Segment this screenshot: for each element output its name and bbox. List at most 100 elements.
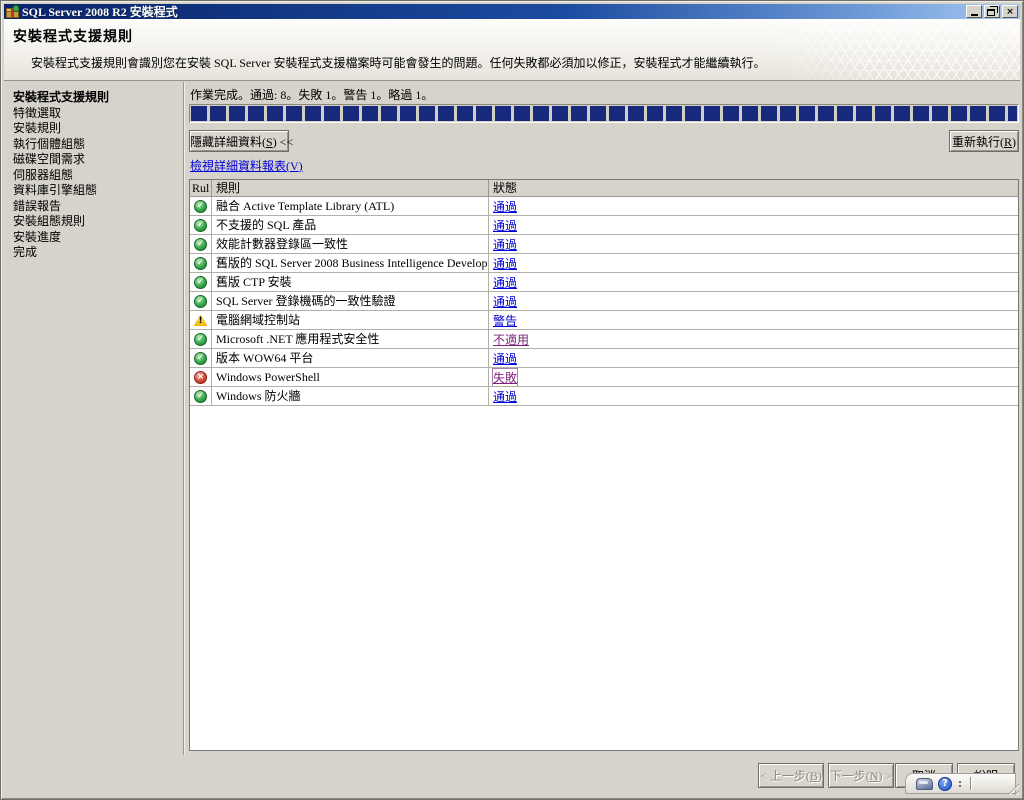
table-row: ✓ 不支援的 SQL 產品 通過 [190,216,1018,235]
column-header-status[interactable]: 狀態 [489,180,1018,196]
rule-name: 舊版的 SQL Server 2008 Business Intelligenc… [212,254,489,272]
sidebar-item: 伺服器組態 [13,167,74,182]
rule-name: 版本 WOW64 平台 [212,349,489,367]
minimize-icon [970,14,978,16]
pass-icon: ✓ [194,294,207,308]
status-link[interactable]: 通過 [493,236,517,253]
minimize-button[interactable] [966,5,982,18]
window-title: SQL Server 2008 R2 安裝程式 [22,4,178,19]
rule-name: SQL Server 登錄機碼的一致性驗證 [212,292,489,310]
rule-name: Windows 防火牆 [212,387,489,405]
rule-status-cell: 通過 [489,254,1018,272]
rerun-button[interactable]: 重新執行(R) [949,130,1019,152]
setup-wizard-window: SQL Server 2008 R2 安裝程式 × 安裝程式支援規則 安裝程式支… [0,0,1024,800]
back-button[interactable]: < 上一步(B) [758,763,824,788]
table-row: ✓ 融合 Active Template Library (ATL) 通過 [190,197,1018,216]
status-link[interactable]: 警告 [493,312,517,329]
rule-icon-cell: ✓ [190,292,212,310]
sidebar-item: 安裝進度 [13,229,62,244]
wizard-body: 安裝程式支援規則 特徵選取 安裝規則 執行個體組態 磁碟空間需求 伺服器組態 資料庫引擎組態… [4,82,1020,757]
sidebar-item: 資料庫引擎組態 [13,183,98,197]
ime-options-icon[interactable] [959,780,961,787]
status-link[interactable]: 通過 [493,255,517,272]
next-button[interactable]: 下一步(N) > [828,763,894,788]
rule-status-cell: 通過 [489,292,1018,310]
status-link[interactable]: 不適用 [493,331,529,348]
rule-name: 融合 Active Template Library (ATL) [212,197,489,215]
table-row: ✓ SQL Server 登錄機碼的一致性驗證 通過 [190,292,1018,311]
pass-icon: ✓ [194,332,207,346]
status-link[interactable]: 通過 [493,350,517,367]
rule-status-cell: 通過 [489,216,1018,234]
title-bar: SQL Server 2008 R2 安裝程式 × [4,4,1020,19]
sidebar-item: 安裝規則 [13,121,62,135]
table-row: ✓ 舊版 CTP 安裝 通過 [190,273,1018,292]
sidebar-item: 錯誤報告 [13,198,62,213]
status-link[interactable]: 通過 [493,274,517,291]
rule-status-cell: 通過 [489,273,1018,291]
rule-status-cell: 通過 [489,235,1018,253]
sidebar-item: 磁碟空間需求 [13,152,86,166]
app-icon [6,5,19,18]
ime-hand-icon[interactable] [916,777,933,790]
progress-bar-fill [191,106,1017,121]
header-mesh-decoration [690,19,1020,80]
rule-icon-cell: ✓ [190,349,212,367]
status-link[interactable]: 通過 [493,388,517,405]
rule-icon-cell: ✓ [190,273,212,291]
rule-status-cell: 警告 [489,311,1018,329]
pass-icon: ✓ [194,389,207,403]
sidebar-splitter [183,82,184,757]
ime-help-icon[interactable]: ? [938,776,952,791]
rule-icon-cell: ✓ [190,387,212,405]
close-button[interactable]: × [1002,5,1018,18]
language-bar-overlay: ? [905,773,1016,794]
rule-status-cell: 不適用 [489,330,1018,348]
rule-status-cell: 通過 [489,387,1018,405]
sidebar: 安裝程式支援規則 特徵選取 安裝規則 執行個體組態 磁碟空間需求 伺服器組態 資料庫引擎組態… [4,82,182,757]
page-description: 安裝程式支援規則會識別您在安裝 SQL Server 安裝程式支援檔案時可能會發… [31,56,766,70]
rules-grid: Rul 規則 狀態 ✓ 融合 Active Template Library (A… [189,179,1019,751]
sidebar-item: 安裝組態規則 [13,214,86,228]
rule-icon-cell: ✓ [190,330,212,348]
table-row: ✓ Microsoft .NET 應用程式安全性 不適用 [190,330,1018,349]
status-link[interactable]: 通過 [493,217,517,234]
table-row: ✓ 版本 WOW64 平台 通過 [190,349,1018,368]
restore-icon [987,9,995,16]
restore-button[interactable] [984,5,1000,18]
main-panel: 作業完成。通過: 8。失敗 1。警告 1。略過 1。 隱藏詳細資料(S) << … [186,82,1020,757]
pass-icon: ✓ [194,256,207,270]
rule-name: Microsoft .NET 應用程式安全性 [212,330,489,348]
ime-divider [970,777,971,790]
sidebar-item: 完成 [13,245,38,259]
rule-icon-cell: ! [190,311,212,329]
rule-icon-cell: ✓ [190,197,212,215]
table-row: ✓ 舊版的 SQL Server 2008 Business Intelligen… [190,254,1018,273]
rule-icon-cell: × [190,368,212,386]
fail-icon: × [194,370,207,384]
rule-status-cell: 失敗 [489,368,1018,386]
warning-icon: ! [193,314,208,326]
pass-icon: ✓ [194,218,207,232]
status-link[interactable]: 失敗 [491,368,519,386]
pass-icon: ✓ [194,275,207,289]
view-detailed-report-link[interactable]: 檢視詳細資料報表(V) [190,157,303,174]
sidebar-item: 特徵選取 [13,105,62,120]
table-row: ✓ Windows 防火牆 通過 [190,387,1018,406]
page-header: 安裝程式支援規則 安裝程式支援規則會識別您在安裝 SQL Server 安裝程式… [4,19,1020,81]
sidebar-item: 執行個體組態 [13,136,86,151]
status-summary: 作業完成。通過: 8。失敗 1。警告 1。略過 1。 [190,88,434,102]
pass-icon: ✓ [194,237,207,251]
column-header-rule-icon[interactable]: Rul [190,180,212,196]
rule-status-cell: 通過 [489,349,1018,367]
status-link[interactable]: 通過 [493,293,517,310]
hide-details-button[interactable]: 隱藏詳細資料(S) << [189,130,293,152]
status-link[interactable]: 通過 [493,198,517,215]
rule-icon-cell: ✓ [190,235,212,253]
rule-name: Windows PowerShell [212,368,489,386]
rule-name: 舊版 CTP 安裝 [212,273,489,291]
rule-status-cell: 通過 [489,197,1018,215]
footer-bar: < 上一步(B) 下一步(N) > 取消 說明 ? [4,755,1020,796]
sidebar-item: 安裝程式支援規則 [13,90,110,104]
column-header-rule[interactable]: 規則 [212,180,489,196]
